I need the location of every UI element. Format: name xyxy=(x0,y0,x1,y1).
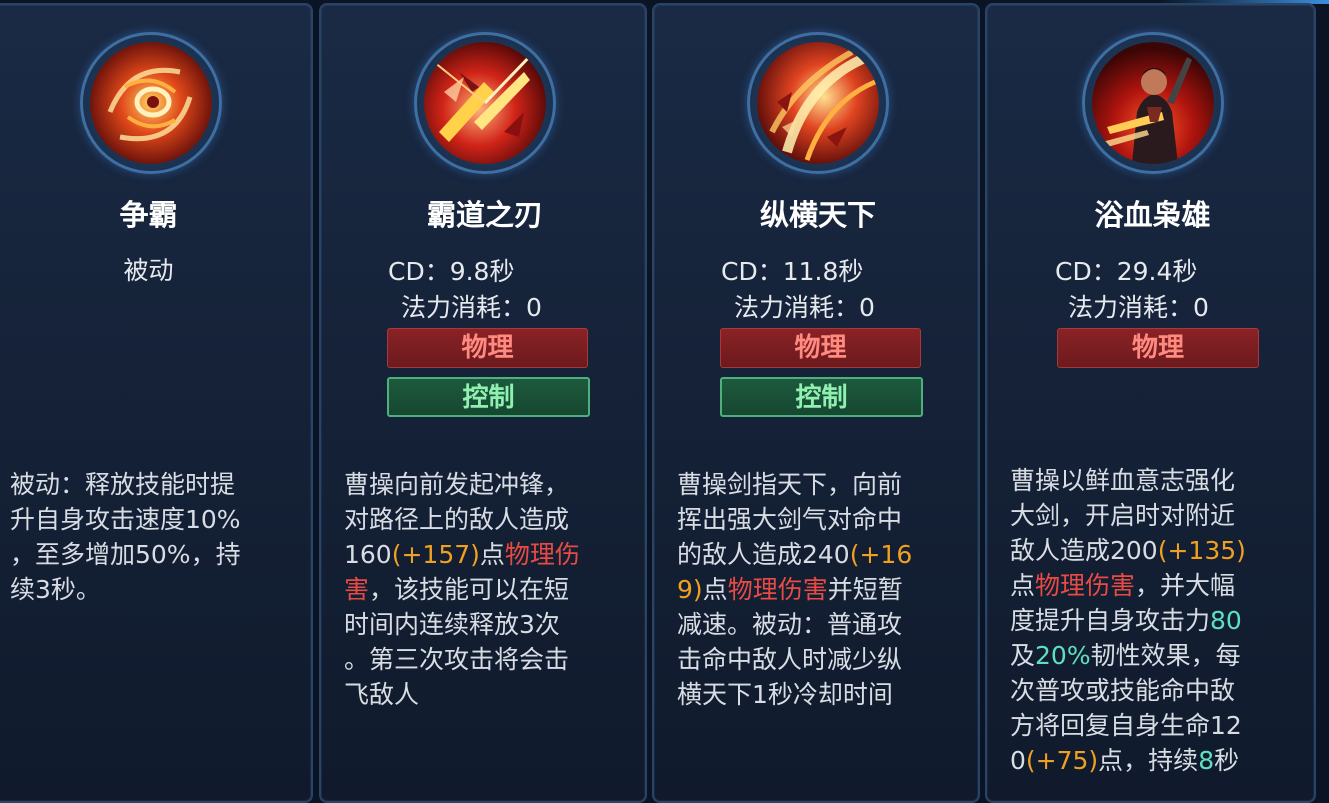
blade-dash-icon xyxy=(424,42,546,164)
skill-name: 争霸 xyxy=(119,198,178,232)
skill-description: 被动：释放技能时提 升自身攻击速度10% ，至多增加50%，持 续3秒。 xyxy=(10,470,241,604)
skill-icon-frame xyxy=(747,32,889,174)
skill-card-2[interactable]: 纵横天下 CD：11.8秒 法力消耗：0 物理 控制 曹操剑指天下，向前 挥出强… xyxy=(652,3,980,803)
warrior-portrait-icon xyxy=(1092,42,1214,164)
skill-type-label: 被动 xyxy=(123,256,174,285)
cooldown-label: CD：29.4秒 xyxy=(1055,257,1198,286)
skill-icon-frame xyxy=(1082,32,1224,174)
tag-control: 控制 xyxy=(387,377,590,417)
skill-card-1[interactable]: 霸道之刃 CD：9.8秒 法力消耗：0 物理 控制 曹操向前发起冲锋， 对路径上… xyxy=(319,3,647,803)
swirl-passive-icon xyxy=(90,42,212,164)
skill-name: 霸道之刃 xyxy=(426,198,543,232)
cooldown-label: CD：9.8秒 xyxy=(388,257,515,286)
skill-card-passive[interactable]: 争霸 被动 被动：释放技能时提 升自身攻击速度10% ，至多增加50%，持 续3… xyxy=(0,3,313,803)
sword-wave-icon xyxy=(757,42,879,164)
skill-name: 纵横天下 xyxy=(759,198,876,232)
tag-physical: 物理 xyxy=(720,328,921,368)
skill-name: 浴血枭雄 xyxy=(1094,198,1211,232)
tag-physical: 物理 xyxy=(1057,328,1259,368)
cooldown-label: CD：11.8秒 xyxy=(721,257,864,286)
mana-cost-label: 法力消耗：0 xyxy=(401,293,542,322)
mana-cost-label: 法力消耗：0 xyxy=(1068,293,1209,322)
mana-cost-label: 法力消耗：0 xyxy=(734,293,875,322)
skill-icon-frame xyxy=(414,32,556,174)
skill-description: 曹操以鲜血意志强化 大剑，开启时对附近 敌人造成200(+135) 点物理伤害，… xyxy=(1010,466,1246,775)
skill-description: 曹操剑指天下，向前 挥出强大剑气对命中 的敌人造成240(+16 9)点物理伤害… xyxy=(677,470,913,709)
skill-description: 曹操向前发起冲锋， 对路径上的敌人造成 160(+157)点物理伤 害，该技能可… xyxy=(344,470,580,709)
tag-control: 控制 xyxy=(720,377,923,417)
skill-card-3[interactable]: 浴血枭雄 CD：29.4秒 法力消耗：0 物理 曹操以鲜血意志强化 大剑，开启时… xyxy=(985,3,1316,803)
skill-icon-frame xyxy=(80,32,222,174)
tag-physical: 物理 xyxy=(387,328,588,368)
